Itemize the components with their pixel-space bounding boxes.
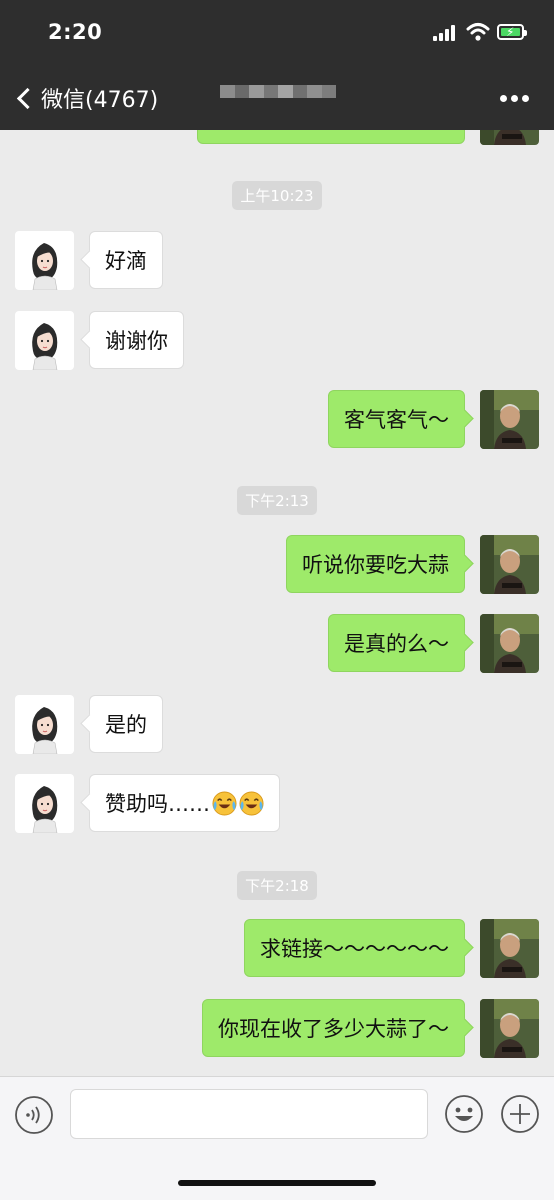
contact-name-blurred (220, 85, 336, 111)
message-bubble[interactable]: 好滴 (89, 231, 163, 289)
message-bubble[interactable]: 客气客气～ (328, 390, 465, 448)
battery-icon: ⚡ (497, 24, 527, 40)
plus-icon[interactable] (500, 1094, 540, 1134)
my-avatar[interactable] (480, 919, 539, 978)
wifi-icon (466, 23, 490, 41)
message-input[interactable] (70, 1089, 428, 1139)
chevron-left-icon (16, 87, 39, 109)
nav-header: 2:20 ⚡ 微信(4767) (0, 0, 554, 130)
more-options-button[interactable] (500, 95, 529, 102)
timestamp: 上午10:23 (0, 181, 554, 210)
contact-avatar[interactable] (15, 311, 74, 370)
back-label: 微信(4767) (41, 88, 159, 113)
chat-area[interactable]: 上午10:23 好滴 谢谢你 客气客气～ 下午2:13 听说你要吃大蒜 是真的么… (0, 0, 554, 1076)
message-bubble[interactable]: 求链接～～～～～～ (244, 919, 465, 977)
message-bubble[interactable]: 是真的么～ (328, 614, 465, 672)
signal-icon (433, 25, 459, 41)
message-bubble[interactable]: 是的 (89, 695, 163, 753)
message-bubble[interactable]: 听说你要吃大蒜 (286, 535, 465, 593)
laugh-cry-icon (212, 790, 237, 816)
my-avatar[interactable] (480, 614, 539, 673)
contact-avatar[interactable] (15, 695, 74, 754)
timestamp: 下午2:13 (0, 486, 554, 515)
status-time: 2:20 (48, 20, 103, 44)
my-avatar[interactable] (480, 535, 539, 594)
voice-icon[interactable] (14, 1095, 54, 1135)
back-button[interactable]: 微信(4767) (12, 80, 158, 116)
message-bubble[interactable]: 赞助吗…… (89, 774, 280, 832)
emoji-icon[interactable] (444, 1094, 484, 1134)
laugh-cry-icon (239, 790, 264, 816)
home-indicator[interactable] (178, 1180, 376, 1186)
my-avatar[interactable] (480, 390, 539, 449)
message-bubble[interactable]: 你现在收了多少大蒜了～ (202, 999, 465, 1057)
contact-avatar[interactable] (15, 231, 74, 290)
timestamp: 下午2:18 (0, 871, 554, 900)
my-avatar[interactable] (480, 999, 539, 1058)
message-bubble[interactable]: 谢谢你 (89, 311, 184, 369)
contact-avatar[interactable] (15, 774, 74, 833)
